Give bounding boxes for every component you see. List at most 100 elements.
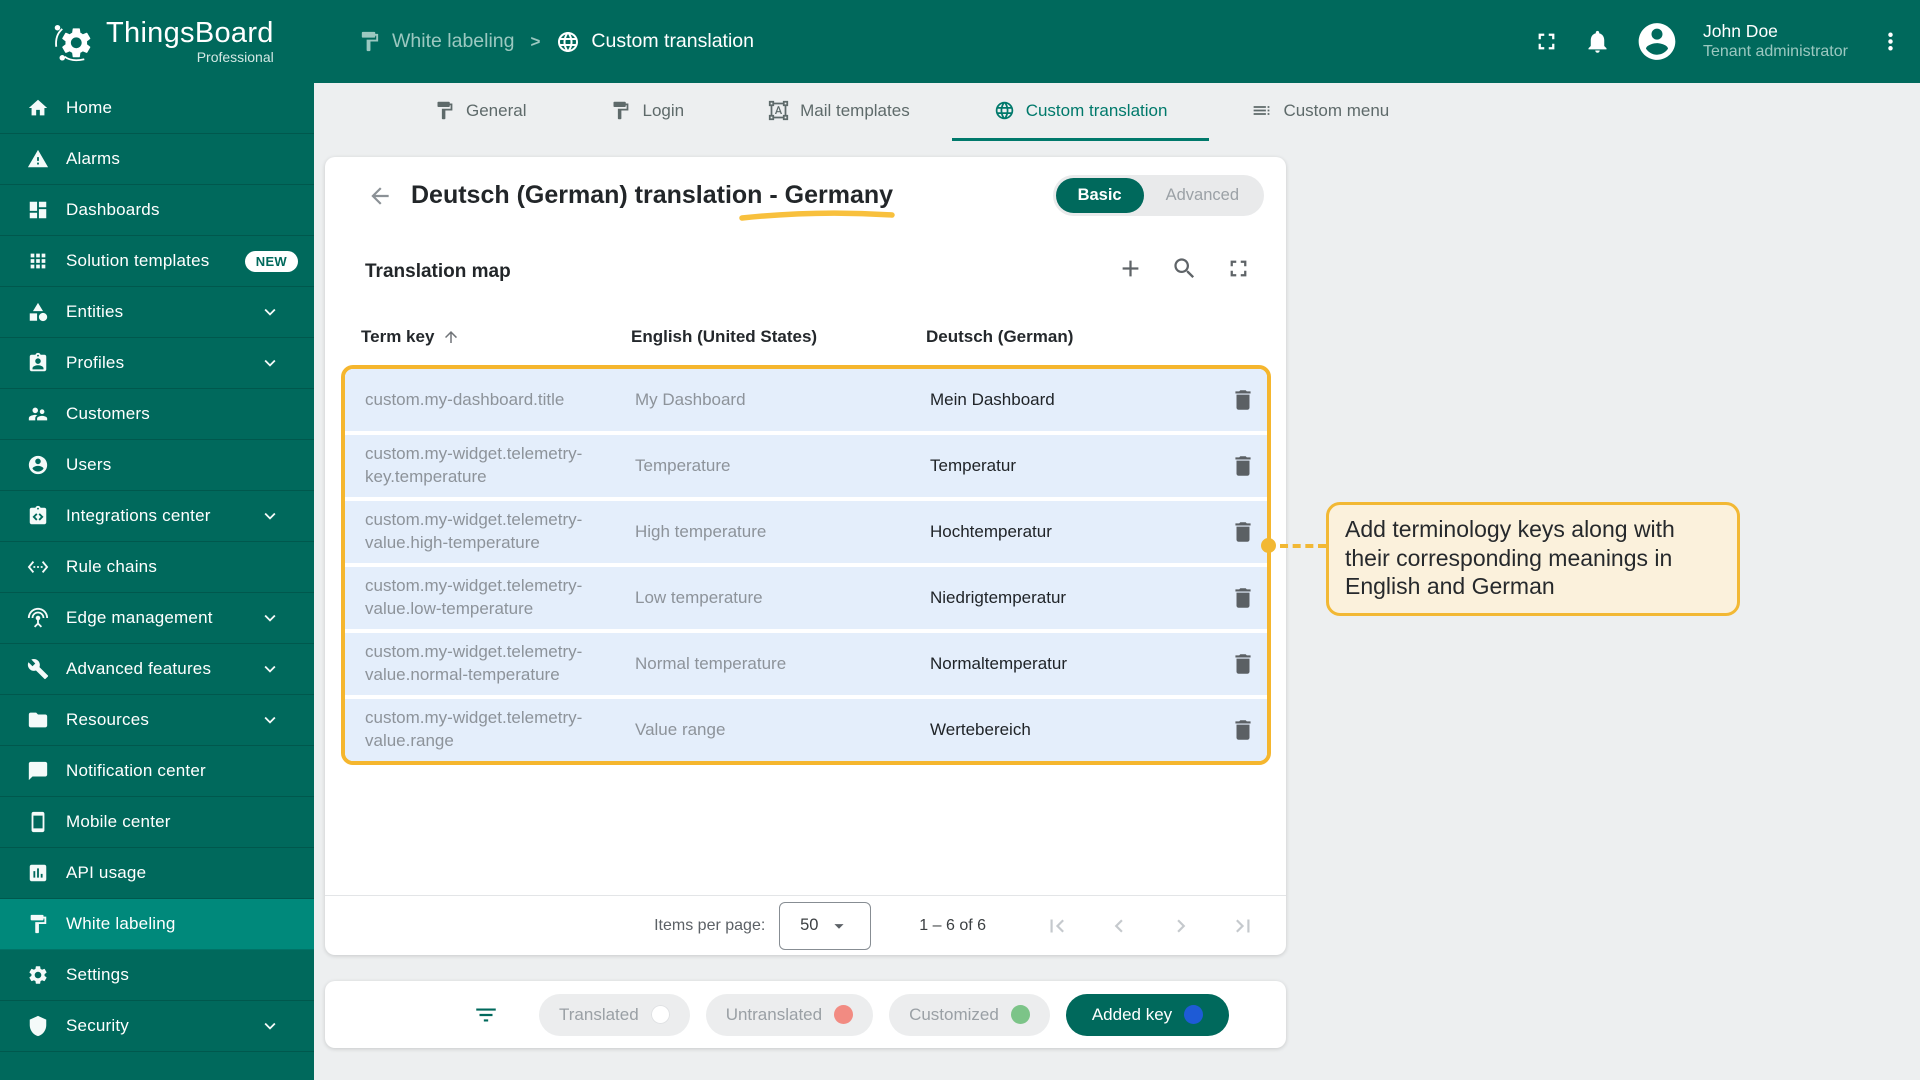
profiles-icon <box>27 352 49 374</box>
breadcrumb-white-labeling[interactable]: White labeling <box>358 30 514 53</box>
breadcrumb-label: Custom translation <box>591 30 754 52</box>
sidebar-item-label: Entities <box>66 302 124 321</box>
thingsboard-logo-icon <box>52 20 96 64</box>
chevron-down-icon <box>259 352 281 374</box>
table-row[interactable]: custom.my-widget.telemetry-key.temperatu… <box>345 435 1267 501</box>
tab-label: Custom translation <box>1025 100 1168 120</box>
bell-icon[interactable] <box>1584 28 1611 55</box>
hand-drawn-underline <box>739 210 895 221</box>
items-per-page-label: Items per page: <box>654 916 766 934</box>
next-page-icon[interactable] <box>1168 913 1194 939</box>
users-icon <box>27 454 49 476</box>
tab-login[interactable]: Login <box>568 83 726 141</box>
sidebar-item-security[interactable]: Security <box>0 1001 314 1052</box>
resources-icon <box>27 709 49 731</box>
tab-label: General <box>466 100 527 120</box>
chip-added-key[interactable]: Added key <box>1065 993 1230 1036</box>
chip-translated[interactable]: Translated <box>539 993 690 1036</box>
sidebar-item-label: Profiles <box>66 353 125 372</box>
white-labeling-icon <box>27 913 49 935</box>
sidebar-item-label: Security <box>66 1016 130 1035</box>
sidebar-item-resources[interactable]: Resources <box>0 695 314 746</box>
search-icon[interactable] <box>1171 255 1198 282</box>
term-key-cell: custom.my-widget.telemetry-value.range <box>365 708 583 750</box>
user-menu[interactable]: John Doe Tenant administrator <box>1703 21 1853 63</box>
mail-templates-icon <box>768 100 789 121</box>
sidebar-item-mobile-center[interactable]: Mobile center <box>0 797 314 848</box>
column-english[interactable]: English (United States) <box>631 327 926 347</box>
tab-label: Mail templates <box>800 100 910 120</box>
table-row[interactable]: custom.my-dashboard.title My Dashboard Mei… <box>345 369 1267 435</box>
chip-label: Translated <box>559 1004 639 1024</box>
tab-custom-translation[interactable]: Custom translation <box>951 83 1210 141</box>
delete-icon[interactable] <box>1219 585 1267 611</box>
german-cell: Temperatur <box>930 456 1016 475</box>
sidebar-item-settings[interactable]: Settings <box>0 950 314 1001</box>
entities-icon <box>27 301 49 323</box>
white-labeling-icon <box>434 100 455 121</box>
table-title: Translation map <box>365 261 511 282</box>
table-row[interactable]: custom.my-widget.telemetry-value.high-te… <box>345 501 1267 567</box>
tab-mail-templates[interactable]: Mail templates <box>726 83 952 141</box>
chip-customized[interactable]: Customized <box>889 993 1050 1036</box>
home-icon <box>27 97 49 119</box>
chevron-down-icon <box>259 1015 281 1037</box>
legend-bar: Translated Untranslated Customized Added ke… <box>325 981 1286 1048</box>
sidebar-item-users[interactable]: Users <box>0 440 314 491</box>
sidebar-item-api-usage[interactable]: API usage <box>0 848 314 899</box>
chip-untranslated[interactable]: Untranslated <box>705 993 874 1036</box>
kebab-icon[interactable] <box>1877 28 1904 55</box>
integrations-center-icon <box>27 505 49 527</box>
filter-icon[interactable] <box>473 1002 499 1028</box>
column-german[interactable]: Deutsch (German) <box>926 327 1191 347</box>
sidebar-item-home[interactable]: Home <box>0 83 314 134</box>
delete-icon[interactable] <box>1219 717 1267 743</box>
column-term-key[interactable]: Term key <box>361 327 631 347</box>
sidebar-item-integrations-center[interactable]: Integrations center <box>0 491 314 542</box>
tab-custom-menu[interactable]: Custom menu <box>1209 83 1431 141</box>
pager-controls <box>1044 913 1256 939</box>
back-button[interactable] <box>367 183 393 209</box>
sidebar-item-advanced-features[interactable]: Advanced features <box>0 644 314 695</box>
sidebar-item-entities[interactable]: Entities <box>0 287 314 338</box>
thingsboard-logo[interactable]: ThingsBoard Professional <box>52 17 274 65</box>
table-toolbar <box>1117 255 1252 282</box>
table-row[interactable]: custom.my-widget.telemetry-value.normal-… <box>345 633 1267 699</box>
app-header: ThingsBoard Professional White labeling … <box>0 0 1920 83</box>
customers-icon <box>27 403 49 425</box>
table-row[interactable]: custom.my-widget.telemetry-value.low-tem… <box>345 567 1267 633</box>
tab-label: Custom menu <box>1283 100 1390 120</box>
sidebar-item-customers[interactable]: Customers <box>0 389 314 440</box>
plus-icon[interactable] <box>1117 255 1144 282</box>
delete-icon[interactable] <box>1219 519 1267 545</box>
avatar[interactable] <box>1635 20 1679 64</box>
tab-general[interactable]: General <box>392 83 568 141</box>
sidebar-item-solution-templates[interactable]: Solution templates NEW <box>0 236 314 287</box>
table-row[interactable]: custom.my-widget.telemetry-value.range Va… <box>345 699 1267 761</box>
fullscreen-icon[interactable] <box>1225 255 1252 282</box>
prev-page-icon[interactable] <box>1106 913 1132 939</box>
sidebar-item-dashboards[interactable]: Dashboards <box>0 185 314 236</box>
sidebar-item-notification-center[interactable]: Notification center <box>0 746 314 797</box>
toggle-basic[interactable]: Basic <box>1055 178 1144 213</box>
term-key-cell: custom.my-widget.telemetry-value.high-te… <box>365 510 583 552</box>
breadcrumb-custom-translation[interactable]: Custom translation <box>556 30 754 54</box>
toggle-advanced[interactable]: Advanced <box>1144 178 1261 213</box>
sidebar-item-white-labeling[interactable]: White labeling <box>0 899 314 950</box>
sidebar-item-profiles[interactable]: Profiles <box>0 338 314 389</box>
chevron-down-icon <box>259 709 281 731</box>
delete-icon[interactable] <box>1219 387 1267 413</box>
items-per-page-value: 50 <box>800 916 819 934</box>
first-page-icon[interactable] <box>1044 913 1070 939</box>
sidebar-item-rule-chains[interactable]: Rule chains <box>0 542 314 593</box>
sidebar-item-alarms[interactable]: Alarms <box>0 134 314 185</box>
delete-icon[interactable] <box>1219 651 1267 677</box>
items-per-page-select[interactable]: 50 <box>779 901 872 950</box>
last-page-icon[interactable] <box>1230 913 1256 939</box>
chip-label: Customized <box>909 1004 999 1024</box>
sidebar-item-edge-management[interactable]: Edge management <box>0 593 314 644</box>
fullscreen-icon[interactable] <box>1533 28 1560 55</box>
chevron-down-icon <box>259 607 281 629</box>
user-role: Tenant administrator <box>1703 43 1848 61</box>
delete-icon[interactable] <box>1219 453 1267 479</box>
